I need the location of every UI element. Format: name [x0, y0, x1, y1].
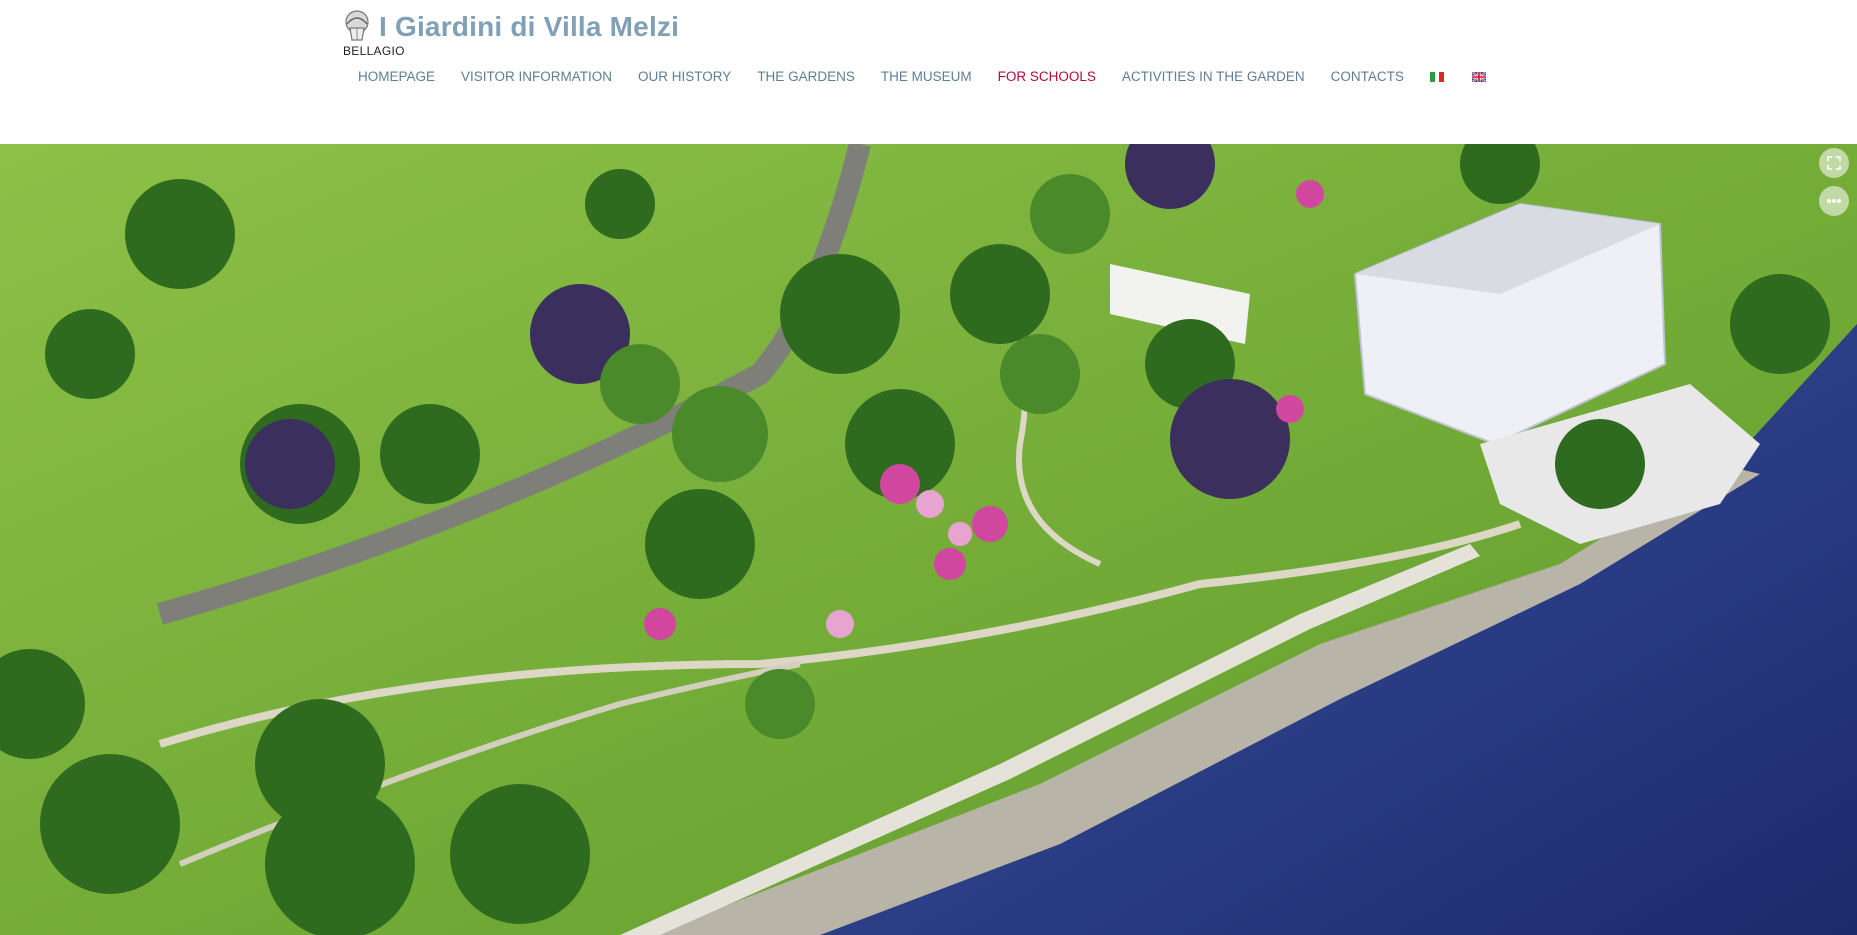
more-icon: [1827, 199, 1841, 203]
garden-aerial-photo: [0, 144, 1857, 935]
nav-visitor-information[interactable]: VISITOR INFORMATION: [461, 69, 612, 84]
hero-image: [0, 144, 1857, 935]
fullscreen-button[interactable]: [1819, 148, 1849, 178]
more-button[interactable]: [1819, 186, 1849, 216]
italian-flag-icon[interactable]: [1429, 71, 1444, 82]
site-subtitle: BELLAGIO: [343, 44, 405, 58]
english-flag-icon[interactable]: [1471, 71, 1486, 82]
site-title[interactable]: I Giardini di Villa Melzi: [379, 2, 679, 52]
site-header: I Giardini di Villa Melzi BELLAGIO HOMEP…: [0, 0, 1857, 144]
nav-our-history[interactable]: OUR HISTORY: [638, 69, 731, 84]
fullscreen-icon: [1827, 156, 1841, 170]
nav-for-schools[interactable]: FOR SCHOOLS: [998, 69, 1096, 84]
nav-the-gardens[interactable]: THE GARDENS: [757, 69, 855, 84]
nav-activities-in-the-garden[interactable]: ACTIVITIES IN THE GARDEN: [1122, 69, 1305, 84]
main-nav: HOMEPAGE VISITOR INFORMATION OUR HISTORY…: [358, 69, 1514, 84]
nav-homepage[interactable]: HOMEPAGE: [358, 69, 435, 84]
nav-contacts[interactable]: CONTACTS: [1331, 69, 1404, 84]
crest-icon: [345, 10, 369, 41]
nav-the-museum[interactable]: THE MUSEUM: [881, 69, 972, 84]
